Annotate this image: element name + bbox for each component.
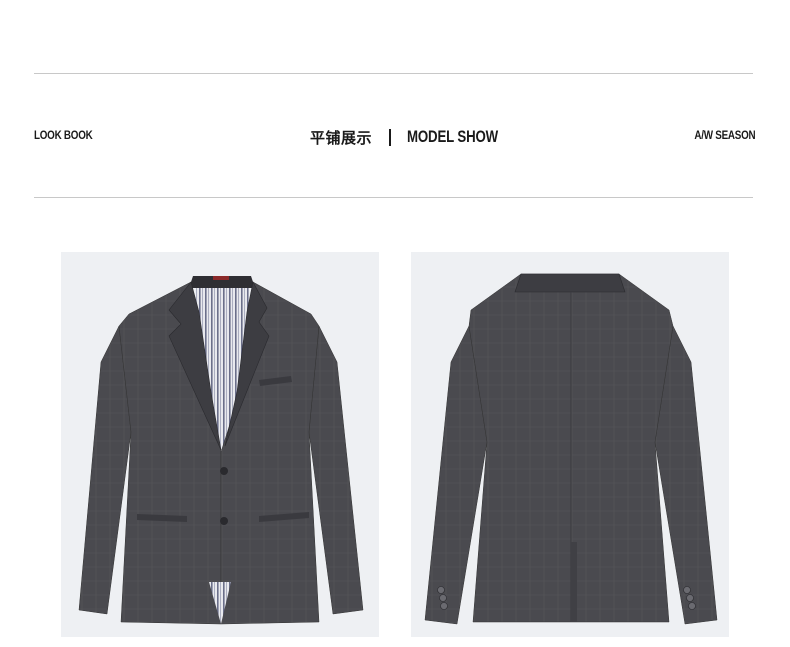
blazer-back-image [411, 252, 729, 637]
title-separator [389, 128, 392, 146]
section-title-cn: 平铺展示 [310, 128, 373, 147]
blazer-front-image [61, 252, 379, 637]
section-title: 平铺展示 MODEL SHOW [310, 124, 524, 150]
section-title-en: MODEL SHOW [407, 127, 499, 146]
bottom-divider [34, 197, 753, 198]
top-divider [34, 73, 753, 74]
section-header: LOOK BOOK 平铺展示 MODEL SHOW A/W SEASON [34, 124, 755, 150]
season-label: A/W SEASON [694, 128, 755, 142]
look-book-label: LOOK BOOK [34, 128, 93, 142]
